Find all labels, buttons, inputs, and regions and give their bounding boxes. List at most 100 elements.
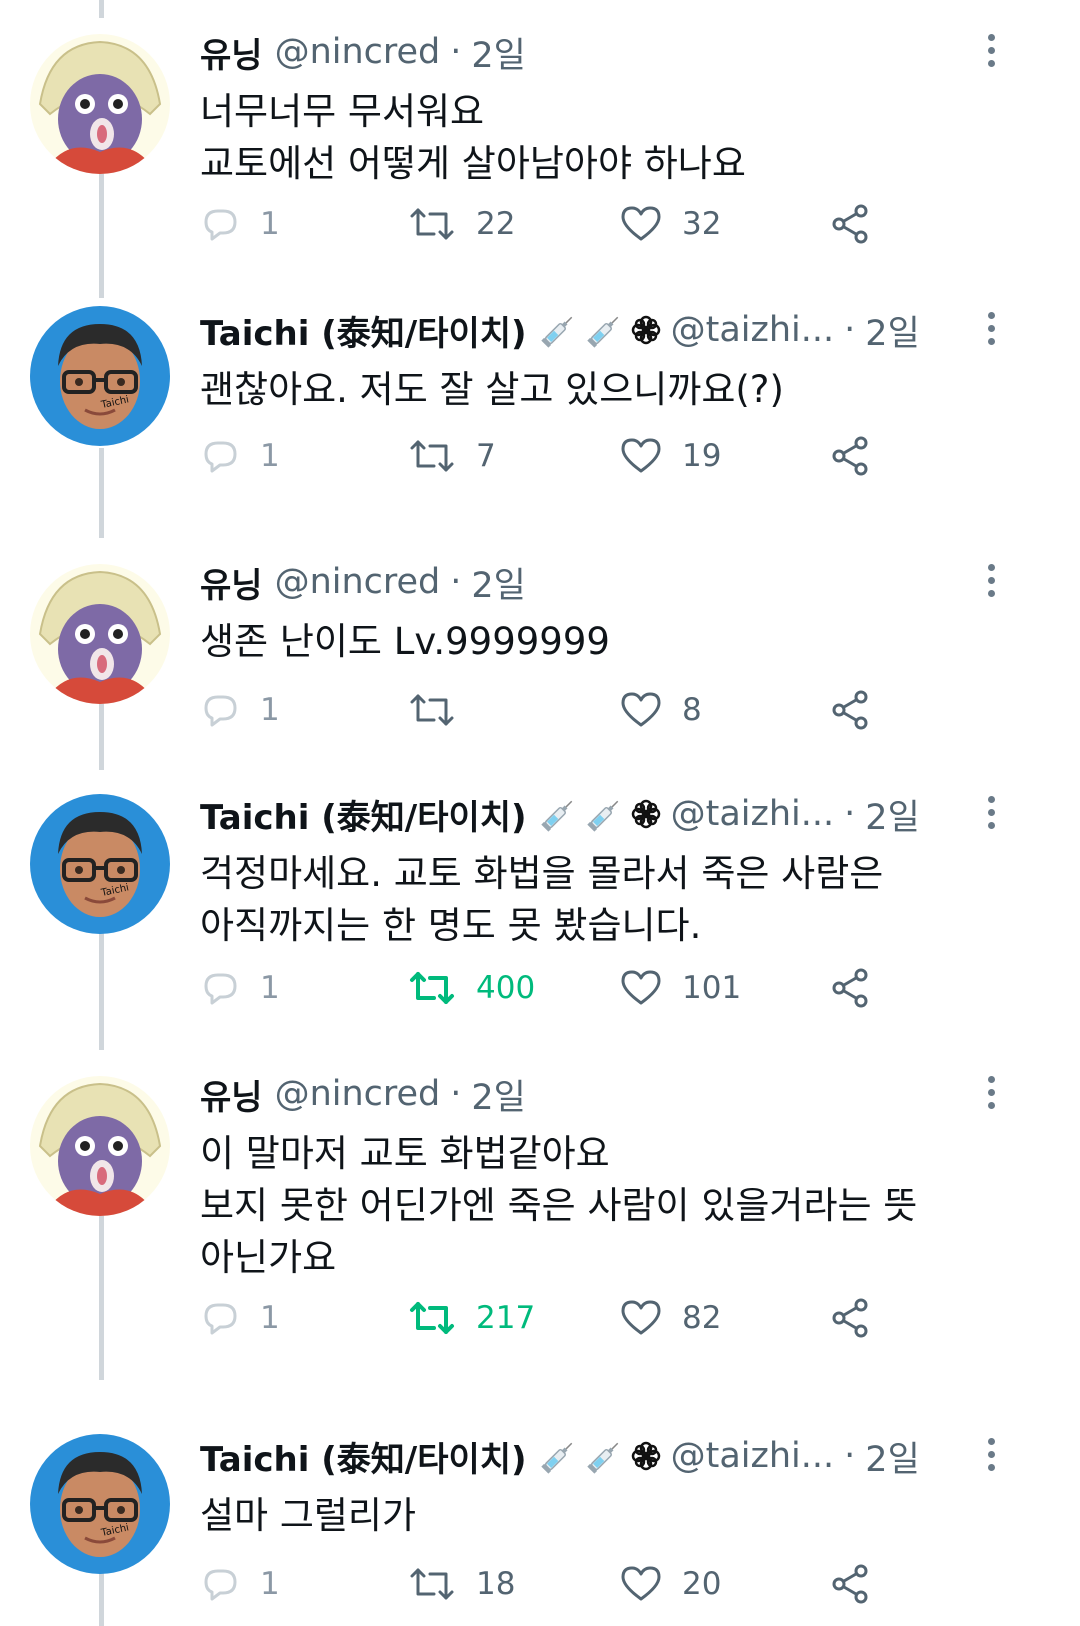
share-icon (832, 968, 868, 1008)
tweet[interactable]: Taichi Taichi (泰知/타이치) @taizhi... · 2일 괜… (0, 300, 1080, 500)
retweet-icon (410, 440, 454, 472)
share-button[interactable] (830, 682, 892, 738)
more-options-icon[interactable] (984, 564, 998, 604)
retweet-icon (410, 208, 454, 240)
action-bar: 1 217 82 (200, 1290, 920, 1346)
action-bar: 1 18 20 (200, 1556, 920, 1612)
display-name[interactable]: 유닝 (200, 558, 263, 607)
heart-icon (621, 206, 661, 241)
separator-dot: · (844, 310, 856, 350)
timestamp[interactable]: 2일 (471, 1069, 525, 1120)
share-icon (832, 1564, 868, 1604)
reply-count: 1 (260, 438, 280, 474)
action-bar: 1 22 32 (200, 196, 920, 252)
retweet-button[interactable] (408, 682, 476, 738)
retweet-icon (410, 1568, 454, 1600)
tweet-text-line: 너무너무 무서워요 (200, 90, 485, 133)
user-handle[interactable]: @nincred (275, 32, 441, 72)
like-button[interactable]: 82 (620, 1290, 721, 1346)
more-options-icon[interactable] (984, 312, 998, 352)
display-name[interactable]: 유닝 (200, 28, 263, 77)
reply-button[interactable]: 1 (200, 428, 280, 484)
reply-button[interactable]: 1 (200, 682, 280, 738)
tweet[interactable]: 유닝 @nincred · 2일 생존 난이도 Lv.9999999 1 8 (0, 552, 1080, 732)
more-options-icon[interactable] (984, 1438, 998, 1478)
display-name[interactable]: Taichi (泰知/타이치) (200, 306, 527, 355)
action-bar: 1 7 19 (200, 428, 920, 484)
tweet-text: 걱정마세요. 교토 화법을 몰라서 죽은 사람은 아직까지는 한 명도 못 봤습… (200, 848, 1000, 952)
retweet-button[interactable]: 217 (408, 1290, 535, 1346)
more-options-icon[interactable] (984, 1076, 998, 1116)
display-name[interactable]: Taichi (泰知/타이치) (200, 1432, 527, 1481)
timestamp[interactable]: 2일 (865, 305, 919, 356)
tweet-header: 유닝 @nincred · 2일 (200, 22, 1000, 82)
like-count: 20 (682, 1566, 722, 1602)
like-button[interactable]: 101 (620, 960, 741, 1016)
tweet-text: 설마 그럴리가 (200, 1490, 1000, 1542)
share-icon (832, 204, 868, 244)
timestamp[interactable]: 2일 (471, 27, 525, 78)
separator-dot: · (450, 32, 462, 72)
retweet-button[interactable]: 7 (408, 428, 496, 484)
share-icon (832, 436, 868, 476)
like-count: 101 (682, 970, 742, 1006)
separator-dot: · (450, 1074, 462, 1114)
share-button[interactable] (830, 960, 892, 1016)
share-button[interactable] (830, 196, 892, 252)
tweet[interactable]: 유닝 @nincred · 2일 이 말마저 교토 화법같아요 보지 못한 어딘… (0, 1064, 1080, 1364)
avatar-taichi[interactable]: Taichi (30, 306, 170, 446)
heart-icon (621, 438, 661, 473)
syringe-icon (586, 800, 618, 832)
retweet-count: 18 (476, 1566, 516, 1602)
avatar-taichi[interactable]: Taichi (30, 1434, 170, 1574)
taichi-avatar-icon: Taichi (30, 306, 170, 446)
tweet-header: 유닝 @nincred · 2일 (200, 1064, 1000, 1124)
conversation-thread: 유닝 @nincred · 2일 너무너무 무서워요 교토에선 어떻게 살아남아… (0, 0, 1080, 1626)
reply-button[interactable]: 1 (200, 960, 280, 1016)
avatar-taichi[interactable]: Taichi (30, 794, 170, 934)
tweet-text-line: 설마 그럴리가 (200, 1494, 417, 1537)
timestamp[interactable]: 2일 (865, 1431, 919, 1482)
user-handle[interactable]: @nincred (275, 562, 441, 602)
timestamp[interactable]: 2일 (471, 557, 525, 608)
reply-button[interactable]: 1 (200, 196, 280, 252)
tweet[interactable]: 유닝 @nincred · 2일 너무너무 무서워요 교토에선 어떻게 살아남아… (0, 22, 1080, 262)
tweet-text: 괜찮아요. 저도 잘 살고 있으니까요(?) (200, 364, 1000, 416)
user-handle[interactable]: @taizhi... (671, 310, 835, 350)
avatar-yuning[interactable] (30, 564, 170, 704)
tweet-text-line: 이 말마저 교토 화법같아요 (200, 1132, 610, 1175)
timestamp[interactable]: 2일 (865, 789, 919, 840)
more-options-icon[interactable] (984, 34, 998, 74)
user-handle[interactable]: @taizhi... (671, 1436, 835, 1476)
reply-count: 1 (260, 970, 280, 1006)
reply-count: 1 (260, 1566, 280, 1602)
retweet-button[interactable]: 400 (408, 960, 535, 1016)
user-handle[interactable]: @nincred (275, 1074, 441, 1114)
retweet-count: 400 (476, 970, 536, 1006)
avatar-yuning[interactable] (30, 1076, 170, 1216)
share-button[interactable] (830, 1290, 892, 1346)
tweet[interactable]: Taichi Taichi (泰知/타이치) @taizhi... · 2일 설… (0, 1426, 1080, 1626)
retweet-button[interactable]: 22 (408, 196, 515, 252)
retweet-icon (410, 972, 454, 1004)
display-name[interactable]: 유닝 (200, 1070, 263, 1119)
avatar-yuning[interactable] (30, 34, 170, 174)
retweet-button[interactable]: 18 (408, 1556, 515, 1612)
reply-button[interactable]: 1 (200, 1290, 280, 1346)
like-button[interactable]: 20 (620, 1556, 721, 1612)
heart-icon (621, 1300, 661, 1335)
share-button[interactable] (830, 428, 892, 484)
more-options-icon[interactable] (984, 796, 998, 836)
tweet-header: 유닝 @nincred · 2일 (200, 552, 1000, 612)
share-button[interactable] (830, 1556, 892, 1612)
reply-button[interactable]: 1 (200, 1556, 280, 1612)
tweet[interactable]: Taichi Taichi (泰知/타이치) @taizhi... · 2일 걱… (0, 784, 1080, 1024)
heart-icon (621, 970, 661, 1005)
like-button[interactable]: 32 (620, 196, 721, 252)
user-handle[interactable]: @taizhi... (671, 794, 835, 834)
jynx-avatar-icon (30, 564, 170, 704)
display-name[interactable]: Taichi (泰知/타이치) (200, 790, 527, 839)
flower-icon (631, 799, 660, 829)
like-button[interactable]: 8 (620, 682, 702, 738)
like-button[interactable]: 19 (620, 428, 721, 484)
